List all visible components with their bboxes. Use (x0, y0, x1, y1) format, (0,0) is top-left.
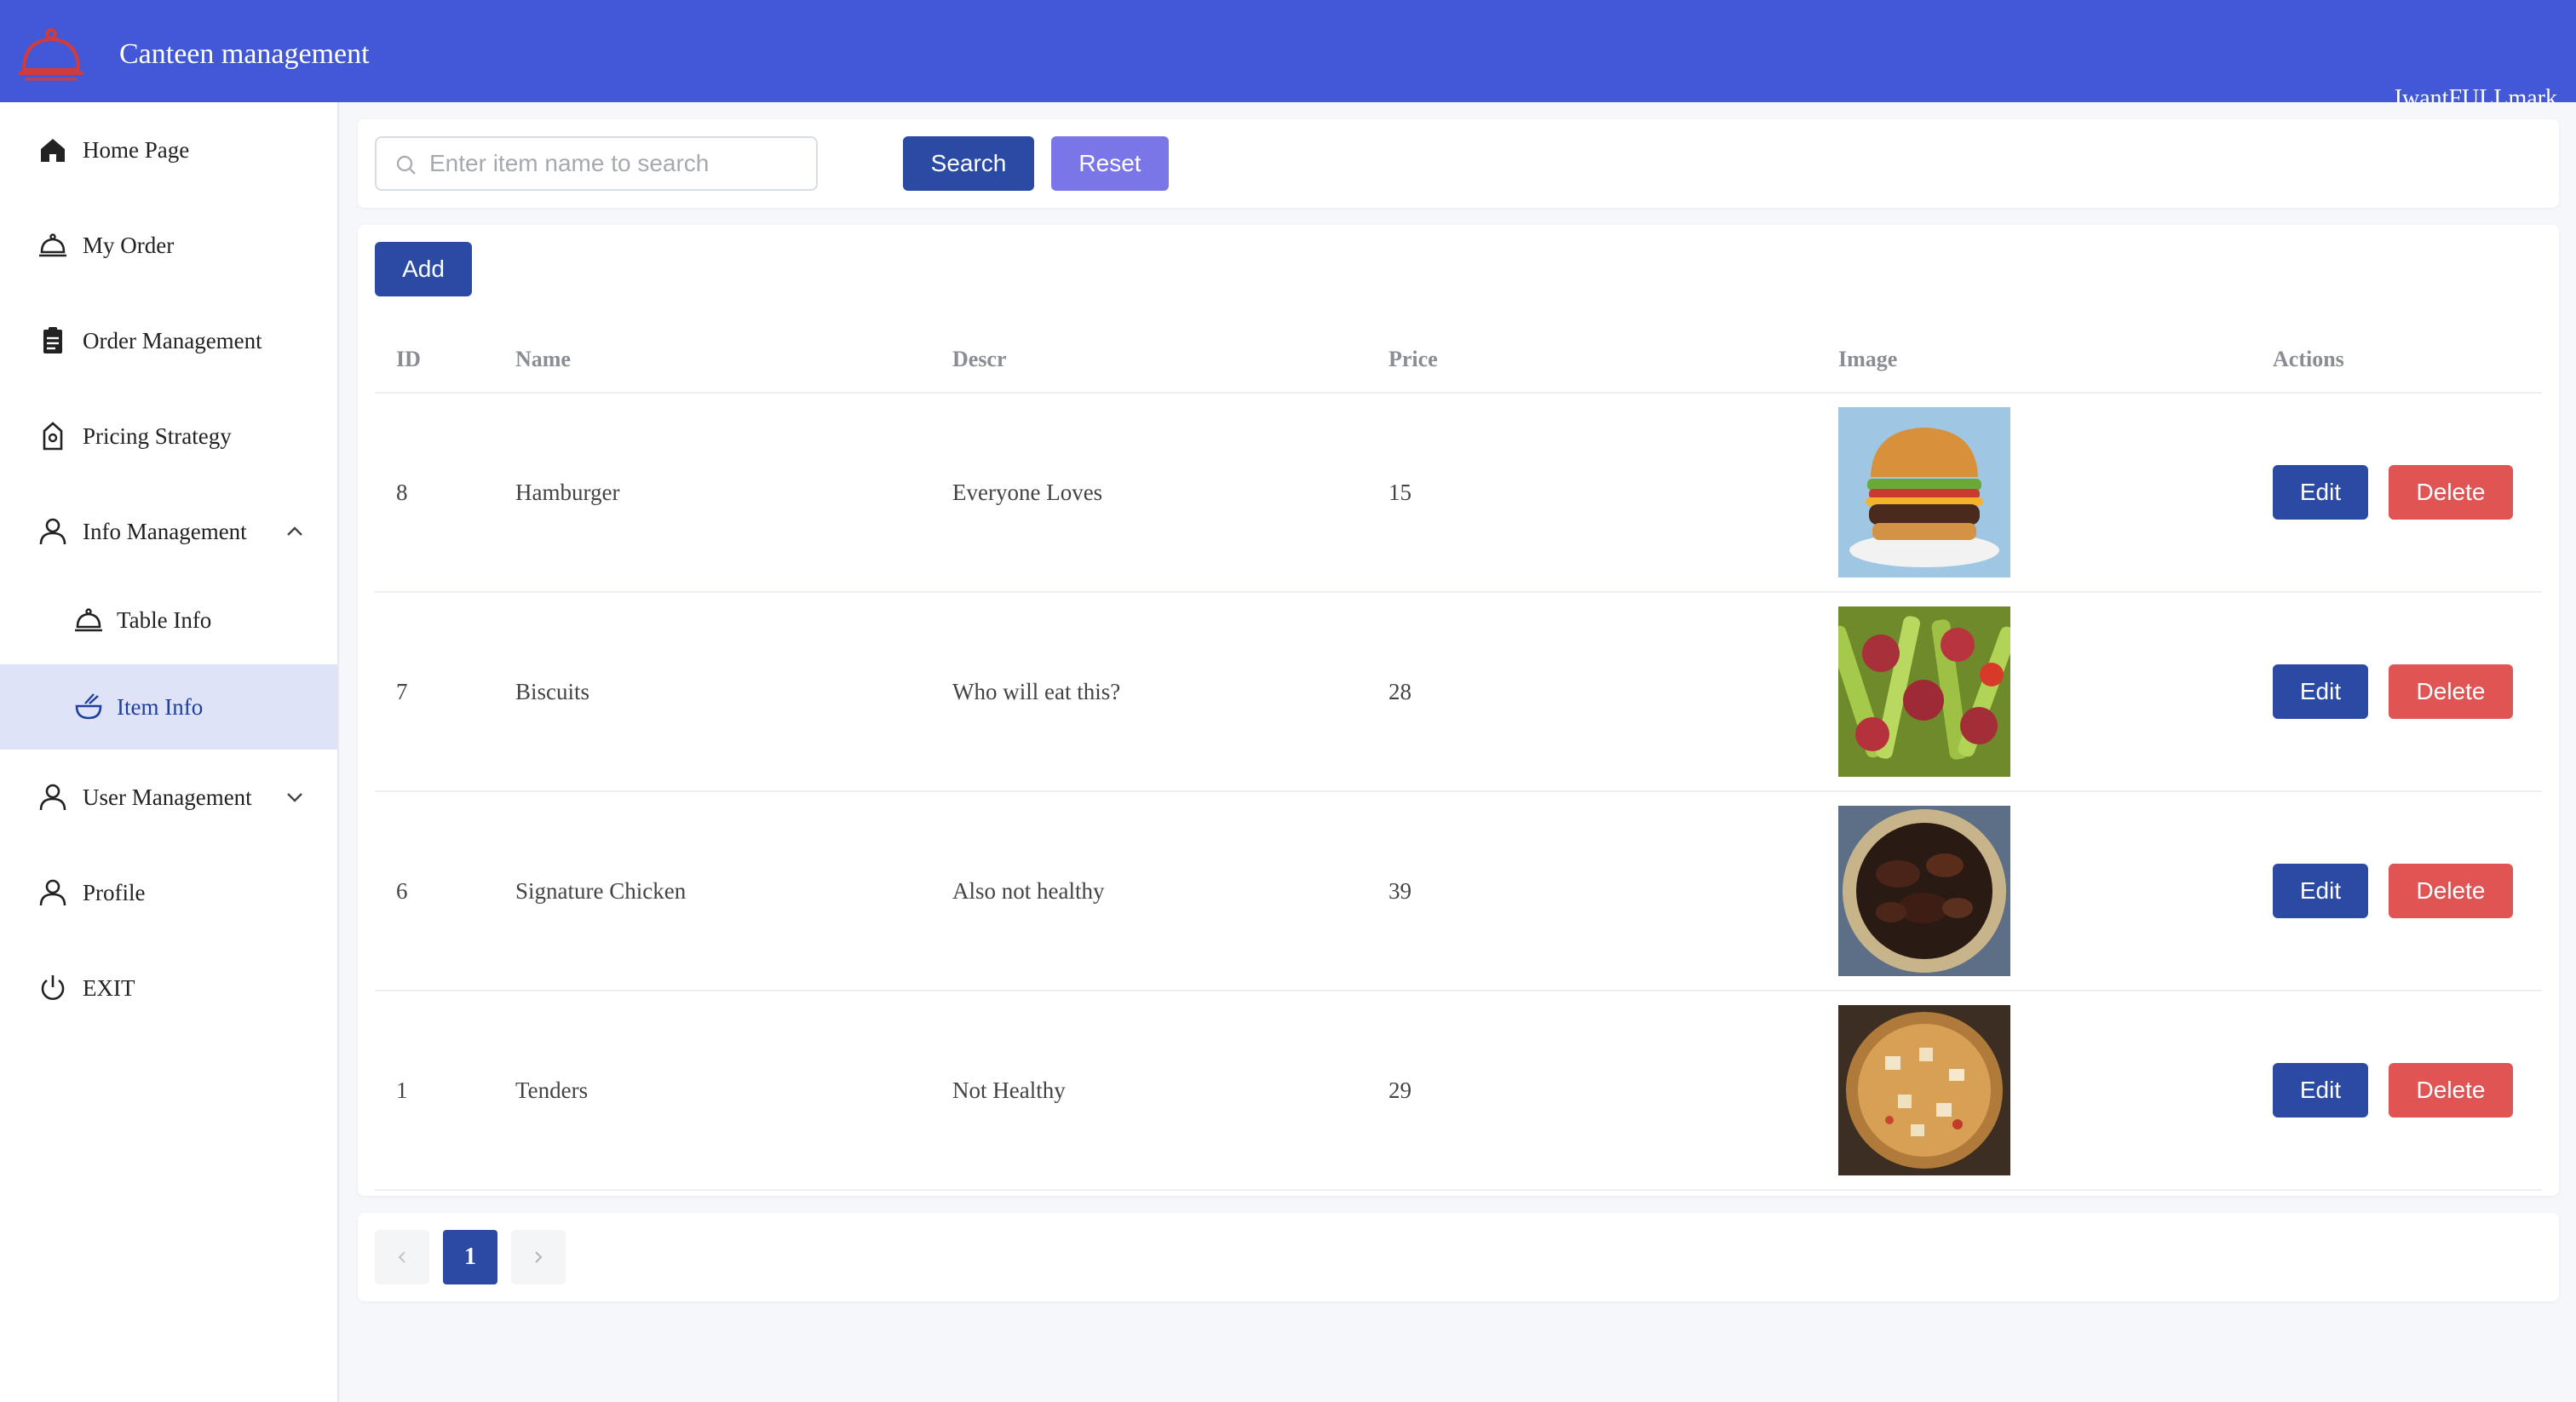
cell-id: 6 (396, 878, 408, 904)
page-number-button[interactable]: 1 (443, 1230, 497, 1284)
user-name[interactable]: IwantFULLmark (2395, 82, 2557, 102)
sidebar-item-label: Item Info (117, 694, 204, 720)
edit-button[interactable]: Edit (2273, 1063, 2368, 1118)
sidebar-item-label: Home Page (83, 137, 190, 163)
cell-id: 1 (396, 1077, 408, 1103)
item-image-hamburger (1838, 407, 2010, 577)
sidebar-item-home[interactable]: Home Page (0, 107, 337, 192)
delete-button[interactable]: Delete (2389, 864, 2513, 918)
search-box (375, 136, 818, 191)
items-table-panel: Add ID Name Descr Price Image Actions 8 … (358, 225, 2559, 1196)
column-header-name: Name (515, 347, 571, 371)
cell-descr: Who will eat this? (952, 679, 1121, 704)
search-button[interactable]: Search (903, 136, 1034, 191)
power-icon (41, 975, 65, 1000)
delete-button[interactable]: Delete (2389, 465, 2513, 520)
cell-descr: Also not healthy (952, 878, 1105, 904)
next-page-button[interactable] (511, 1230, 566, 1284)
cell-descr: Not Healthy (952, 1077, 1066, 1103)
sidebar: Home Page My Order Order Management Pric… (0, 102, 339, 1402)
sidebar-item-label: Pricing Strategy (83, 423, 232, 449)
cell-descr: Everyone Loves (952, 480, 1103, 505)
column-header-descr: Descr (952, 347, 1007, 371)
sidebar-item-order-management[interactable]: Order Management (0, 298, 337, 383)
cell-name: Biscuits (515, 679, 590, 704)
prev-page-button[interactable] (375, 1230, 429, 1284)
clipboard-icon (43, 327, 62, 353)
cell-price: 28 (1389, 679, 1412, 704)
cell-name: Tenders (515, 1077, 589, 1103)
column-header-id: ID (396, 347, 421, 371)
sidebar-item-label: Table Info (117, 607, 212, 633)
top-header: Canteen management IwantFULLmark (0, 0, 2576, 102)
chevron-up-icon (287, 526, 302, 536)
sidebar-item-label: My Order (83, 233, 175, 258)
sidebar-item-label: Order Management (83, 328, 262, 353)
edit-button[interactable]: Edit (2273, 864, 2368, 918)
sidebar-item-table-info[interactable]: Table Info (0, 577, 337, 663)
sidebar-item-pricing-strategy[interactable]: Pricing Strategy (0, 394, 337, 479)
cell-price: 39 (1389, 878, 1412, 904)
table-row: 6 Signature Chicken Also not healthy 39 … (375, 792, 2542, 991)
add-button[interactable]: Add (375, 242, 472, 296)
chevron-down-icon (287, 793, 302, 802)
cell-price: 29 (1389, 1077, 1412, 1103)
sidebar-item-info-management[interactable]: Info Management (0, 489, 337, 574)
app-title: Canteen management (119, 38, 370, 70)
cell-name: Signature Chicken (515, 878, 687, 904)
table-row: 8 Hamburger Everyone Loves 15 Edit Delet… (375, 394, 2542, 593)
sidebar-item-profile[interactable]: Profile (0, 850, 337, 935)
item-image-biscuits (1838, 606, 2010, 777)
cell-name: Hamburger (515, 480, 620, 505)
item-image-tenders (1838, 1005, 2010, 1175)
bowl-icon (75, 693, 102, 720)
item-image-signature-chicken (1838, 806, 2010, 976)
edit-button[interactable]: Edit (2273, 465, 2368, 520)
cloche-logo-icon (19, 28, 83, 81)
cloche-icon (75, 608, 102, 632)
cell-id: 8 (396, 480, 408, 505)
sidebar-item-label: Profile (83, 880, 146, 905)
delete-button[interactable]: Delete (2389, 1063, 2513, 1118)
sidebar-item-exit[interactable]: EXIT (0, 945, 337, 1031)
price-tag-icon (43, 422, 63, 451)
delete-button[interactable]: Delete (2389, 664, 2513, 719)
table-row: 1 Tenders Not Healthy 29 Edit Delete (375, 991, 2542, 1191)
column-header-image: Image (1838, 347, 1898, 371)
search-input[interactable] (429, 147, 804, 181)
cloche-icon (39, 233, 66, 257)
pagination: 1 (358, 1213, 2559, 1301)
home-icon (41, 139, 65, 162)
sidebar-item-label: Info Management (83, 519, 247, 544)
user-icon (39, 879, 66, 906)
reset-button[interactable]: Reset (1051, 136, 1169, 191)
chevron-right-icon (535, 1251, 543, 1263)
column-header-actions: Actions (2273, 347, 2344, 371)
edit-button[interactable]: Edit (2273, 664, 2368, 719)
table-row: 7 Biscuits Who will eat this? 28 Edit De… (375, 593, 2542, 792)
sidebar-item-my-order[interactable]: My Order (0, 203, 337, 288)
column-header-price: Price (1389, 347, 1438, 371)
sidebar-item-label: EXIT (83, 975, 135, 1001)
search-icon (396, 155, 416, 175)
table-header: ID Name Descr Price Image Actions (375, 324, 2542, 394)
user-icon (39, 784, 66, 811)
cell-id: 7 (396, 679, 408, 704)
chevron-left-icon (398, 1251, 405, 1263)
user-icon (39, 518, 66, 545)
cell-price: 15 (1389, 480, 1412, 505)
sidebar-item-item-info[interactable]: Item Info (0, 664, 337, 750)
sidebar-item-user-management[interactable]: User Management (0, 755, 337, 840)
search-panel: Search Reset (358, 119, 2559, 208)
sidebar-item-label: User Management (83, 784, 252, 810)
